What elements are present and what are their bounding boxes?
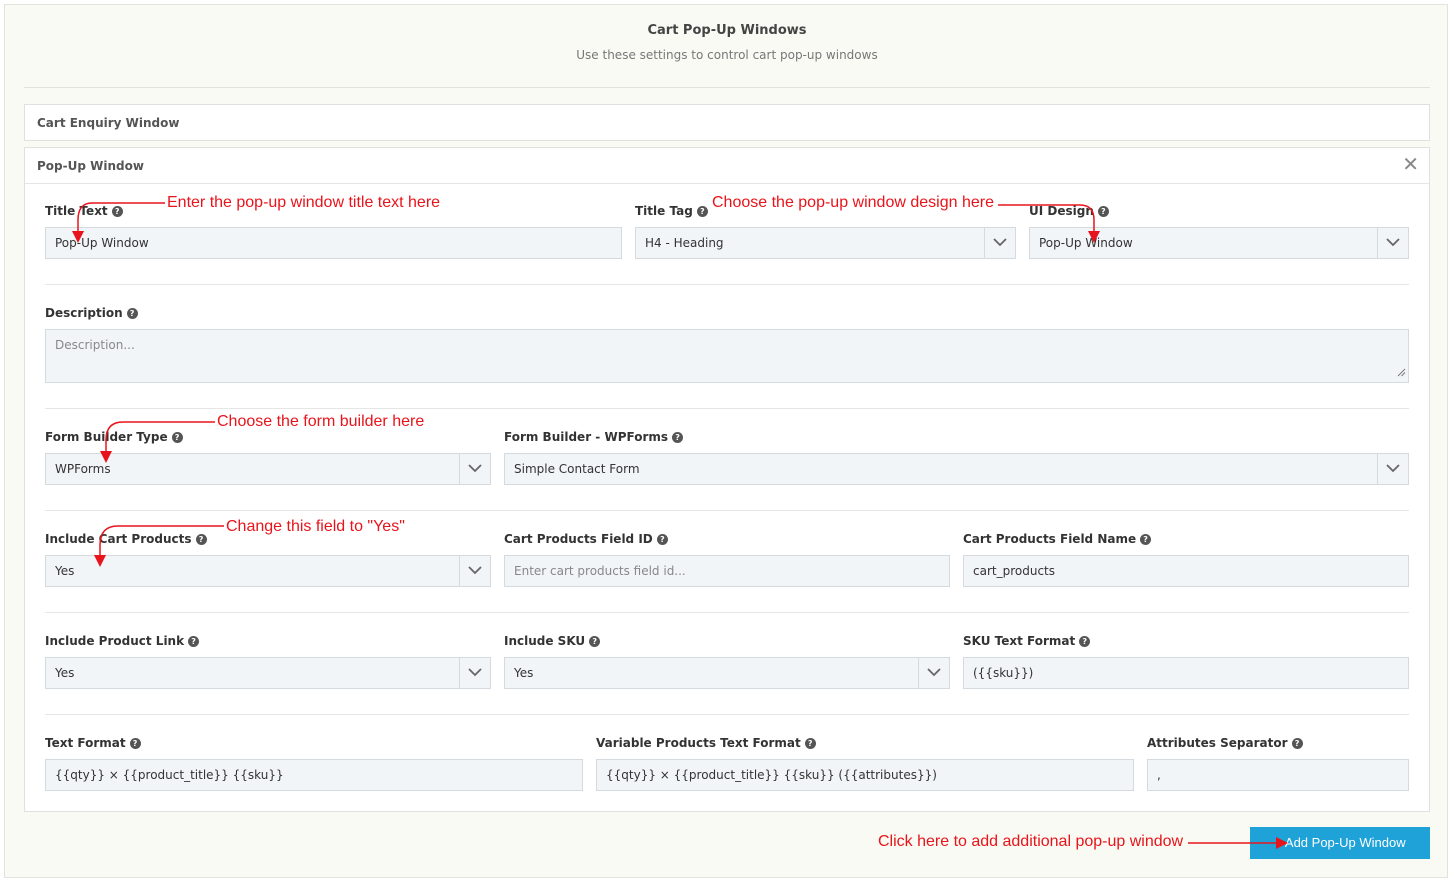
help-icon[interactable]: ? bbox=[111, 206, 123, 217]
row-divider bbox=[45, 510, 1409, 511]
description-placeholder: Description... bbox=[55, 338, 135, 352]
cart-enquiry-panel-title: Cart Enquiry Window bbox=[37, 116, 180, 130]
title-text-input[interactable]: Pop-Up Window bbox=[45, 227, 622, 259]
include-cart-products-value: Yes bbox=[55, 564, 75, 578]
include-sku-select[interactable]: Yes bbox=[504, 657, 950, 689]
row-divider bbox=[45, 714, 1409, 715]
row-divider bbox=[45, 284, 1409, 285]
resize-grip-icon[interactable] bbox=[1397, 366, 1406, 380]
page-title: Cart Pop-Up Windows bbox=[647, 23, 807, 38]
panel-header-divider bbox=[25, 183, 1429, 184]
include-product-link-label: Include Product Link? bbox=[45, 634, 200, 648]
help-icon[interactable]: ? bbox=[171, 432, 183, 443]
attributes-separator-label: Attributes Separator? bbox=[1147, 736, 1303, 750]
form-builder-wpforms-select[interactable]: Simple Contact Form bbox=[504, 453, 1409, 485]
close-icon[interactable]: ✕ bbox=[1402, 154, 1419, 174]
chevron-down-icon[interactable] bbox=[984, 228, 1015, 258]
help-icon[interactable]: ? bbox=[1079, 636, 1091, 647]
form-builder-type-select[interactable]: WPForms bbox=[45, 453, 491, 485]
sku-text-format-label: SKU Text Format? bbox=[963, 634, 1091, 648]
title-tag-value: H4 - Heading bbox=[645, 236, 724, 250]
title-tag-select[interactable]: H4 - Heading bbox=[635, 227, 1016, 259]
include-product-link-value: Yes bbox=[55, 666, 75, 680]
help-icon[interactable]: ? bbox=[1291, 738, 1303, 749]
annotation-title-text: Enter the pop-up window title text here bbox=[167, 194, 441, 211]
chevron-down-icon[interactable] bbox=[459, 658, 490, 688]
help-icon[interactable]: ? bbox=[804, 738, 816, 749]
annotation-form-builder: Choose the form builder here bbox=[217, 413, 425, 430]
chevron-down-icon[interactable] bbox=[459, 454, 490, 484]
form-builder-type-label: Form Builder Type? bbox=[45, 430, 183, 444]
sku-text-format-input[interactable]: ({{sku}}) bbox=[963, 657, 1409, 689]
title-text-label: Title Text? bbox=[45, 204, 123, 218]
row-divider bbox=[45, 408, 1409, 409]
help-icon[interactable]: ? bbox=[696, 206, 708, 217]
ui-design-select[interactable]: Pop-Up Window bbox=[1029, 227, 1409, 259]
annotation-cart-products: Change this field to "Yes" bbox=[226, 518, 405, 535]
description-textarea[interactable]: Description... bbox=[45, 329, 1409, 383]
form-builder-wpforms-label: Form Builder - WPForms? bbox=[504, 430, 684, 444]
row-divider bbox=[45, 612, 1409, 613]
form-builder-wpforms-value: Simple Contact Form bbox=[514, 462, 640, 476]
include-cart-products-label: Include Cart Products? bbox=[45, 532, 207, 546]
help-icon[interactable]: ? bbox=[1140, 534, 1152, 545]
cart-products-field-id-label: Cart Products Field ID? bbox=[504, 532, 668, 546]
description-label: Description? bbox=[45, 306, 138, 320]
help-icon[interactable]: ? bbox=[589, 636, 601, 647]
variable-products-text-format-input[interactable]: {{qty}} × {{product_title}} {{sku}} ({{a… bbox=[596, 759, 1134, 791]
ui-design-value: Pop-Up Window bbox=[1039, 236, 1133, 250]
cart-enquiry-panel[interactable]: Cart Enquiry Window bbox=[24, 104, 1430, 141]
include-cart-products-select[interactable]: Yes bbox=[45, 555, 491, 587]
chevron-down-icon[interactable] bbox=[1377, 228, 1408, 258]
chevron-down-icon[interactable] bbox=[1377, 454, 1408, 484]
annotation-add-window: Click here to add additional pop-up wind… bbox=[878, 833, 1184, 850]
help-icon[interactable]: ? bbox=[672, 432, 684, 443]
help-icon[interactable]: ? bbox=[1097, 206, 1109, 217]
help-icon[interactable]: ? bbox=[195, 534, 207, 545]
text-format-input[interactable]: {{qty}} × {{product_title}} {{sku}} bbox=[45, 759, 583, 791]
help-icon[interactable]: ? bbox=[126, 308, 138, 319]
variable-products-text-format-label: Variable Products Text Format? bbox=[596, 736, 816, 750]
page-subtitle: Use these settings to control cart pop-u… bbox=[576, 48, 878, 62]
include-sku-value: Yes bbox=[514, 666, 534, 680]
cart-products-field-name-label: Cart Products Field Name? bbox=[963, 532, 1152, 546]
annotation-ui-design: Choose the pop-up window design here bbox=[712, 194, 994, 211]
text-format-label: Text Format? bbox=[45, 736, 141, 750]
help-icon[interactable]: ? bbox=[129, 738, 141, 749]
cart-products-field-id-input[interactable]: Enter cart products field id... bbox=[504, 555, 950, 587]
cart-products-field-name-input[interactable]: cart_products bbox=[963, 555, 1409, 587]
attributes-separator-input[interactable]: , bbox=[1147, 759, 1409, 791]
cart-products-field-id-placeholder: Enter cart products field id... bbox=[514, 564, 686, 578]
header-divider bbox=[24, 87, 1430, 88]
help-icon[interactable]: ? bbox=[188, 636, 200, 647]
help-icon[interactable]: ? bbox=[656, 534, 668, 545]
include-sku-label: Include SKU? bbox=[504, 634, 601, 648]
ui-design-label: UI Design? bbox=[1029, 204, 1109, 218]
include-product-link-select[interactable]: Yes bbox=[45, 657, 491, 689]
form-builder-type-value: WPForms bbox=[55, 462, 111, 476]
chevron-down-icon[interactable] bbox=[918, 658, 949, 688]
title-tag-label: Title Tag? bbox=[635, 204, 708, 218]
popup-window-panel-title: Pop-Up Window bbox=[37, 159, 144, 173]
chevron-down-icon[interactable] bbox=[459, 556, 490, 586]
add-popup-window-button[interactable]: + Add Pop-Up Window bbox=[1250, 827, 1430, 859]
